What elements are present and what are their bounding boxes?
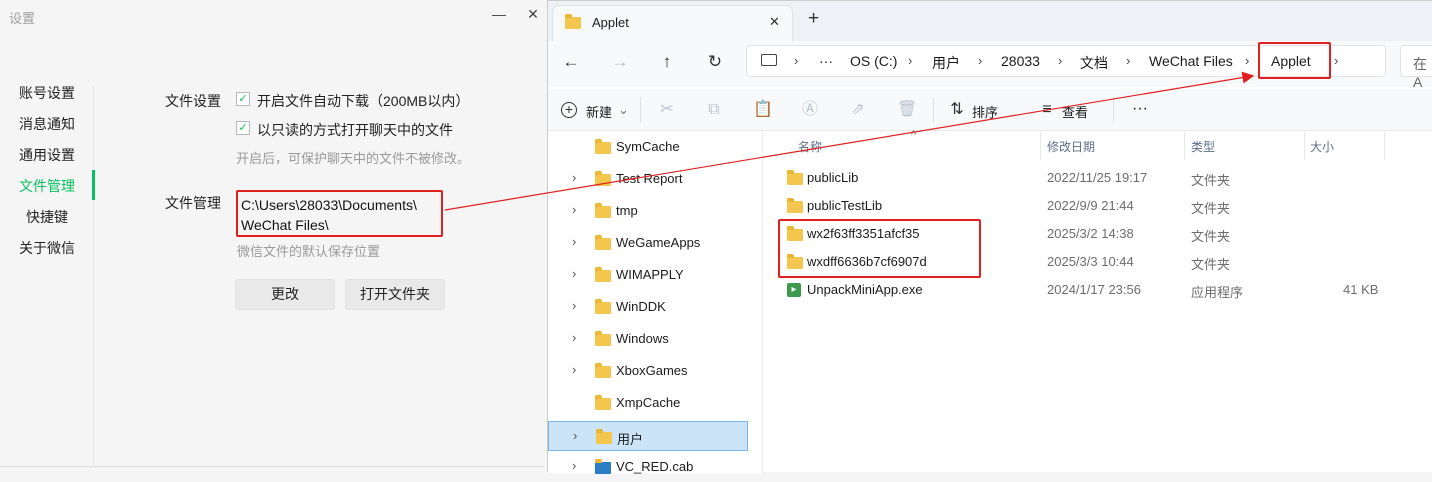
annotation-arrow (444, 71, 1255, 211)
